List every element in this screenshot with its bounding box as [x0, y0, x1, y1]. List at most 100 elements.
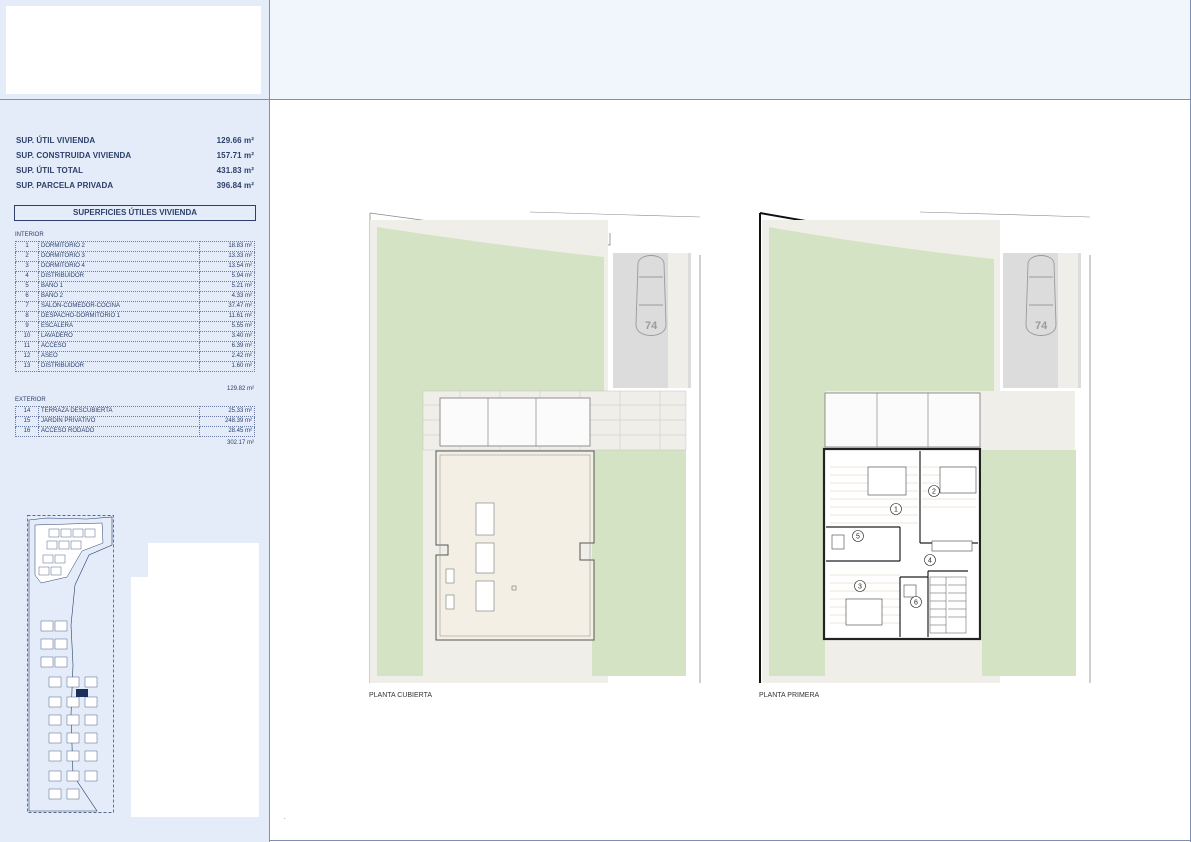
room-name: LAVADERO	[38, 331, 200, 342]
room-area: 13.54 m²	[199, 261, 255, 272]
room-number: 4	[15, 271, 39, 282]
room-area: 18.83 m²	[199, 241, 255, 252]
interior-label: INTERIOR	[15, 232, 44, 238]
room-name: DISTRIBUIDOR	[38, 361, 200, 372]
summary-row: SUP. PARCELA PRIVADA 396.84 m²	[16, 181, 256, 193]
room-row: 9 ESCALERA 5.55 m²	[15, 321, 255, 332]
room-name: BAÑO 1	[38, 281, 200, 292]
room-row: 16 ACCESO RODADO 28.45 m²	[15, 426, 255, 437]
room-area: 248.39 m²	[199, 416, 255, 427]
room-number: 7	[15, 301, 39, 312]
room-area: 1.60 m²	[199, 361, 255, 372]
room-name: DORMITORIO 4	[38, 261, 200, 272]
room-row: 1 DORMITORIO 2 18.83 m²	[15, 241, 255, 252]
summary-label: SUP. CONSTRUIDA VIVIENDA	[16, 151, 132, 160]
room-number: 8	[15, 311, 39, 322]
summary-value: 129.66 m²	[216, 136, 254, 145]
room-row: 5 BAÑO 1 5.21 m²	[15, 281, 255, 292]
plan-label-roof: PLANTA CUBIERTA	[369, 692, 433, 699]
summary-row: SUP. ÚTIL VIVIENDA 129.66 m²	[16, 136, 256, 148]
room-area: 6.39 m²	[199, 341, 255, 352]
room-name: DORMITORIO 3	[38, 251, 200, 262]
room-name: ESCALERA	[38, 321, 200, 332]
exterior-total: 302.17 m²	[226, 440, 254, 446]
room-row: 8 DESPACHO-DORMITORIO 1 11.61 m²	[15, 311, 255, 322]
room-marker-3: 3	[858, 584, 862, 591]
room-name: DESPACHO-DORMITORIO 1	[38, 311, 200, 322]
room-number: 6	[15, 291, 39, 302]
room-name: BAÑO 2	[38, 291, 200, 302]
divider-line	[0, 99, 1191, 100]
room-row: 7 SALÓN-COMEDOR-COCINA 37.47 m²	[15, 301, 255, 312]
room-area: 5.94 m²	[199, 271, 255, 282]
room-area: 5.21 m²	[199, 281, 255, 292]
room-area: 25.33 m²	[199, 406, 255, 417]
room-row: 12 ASEO 2.42 m²	[15, 351, 255, 362]
parking-number: 74	[645, 320, 658, 332]
room-number: 3	[15, 261, 39, 272]
room-name: ACCESO	[38, 341, 200, 352]
room-marker-6: 6	[914, 600, 918, 607]
summary-row: SUP. ÚTIL TOTAL 431.83 m²	[16, 166, 256, 178]
room-area: 2.42 m²	[199, 351, 255, 362]
frame-border	[270, 840, 1191, 841]
room-number: 9	[15, 321, 39, 332]
keymap-blank	[148, 543, 259, 817]
logo-area	[6, 6, 261, 94]
summary-value: 157.71 m²	[216, 151, 254, 160]
room-name: JARDÍN PRIVATIVO	[38, 416, 200, 427]
room-number: 15	[15, 416, 39, 427]
roof-plan: 74	[369, 211, 701, 683]
room-number: 13	[15, 361, 39, 372]
summary-label: SUP. PARCELA PRIVADA	[16, 181, 114, 190]
room-row: 3 DORMITORIO 4 13.54 m²	[15, 261, 255, 272]
room-row: 14 TERRAZA DESCUBIERTA 25.33 m²	[15, 406, 255, 417]
room-row: 11 ACCESO 6.39 m²	[15, 341, 255, 352]
room-number: 10	[15, 331, 39, 342]
room-number: 14	[15, 406, 39, 417]
room-area: 11.61 m²	[199, 311, 255, 322]
room-marker-2: 2	[932, 489, 936, 496]
summary-row: SUP. CONSTRUIDA VIVIENDA 157.71 m²	[16, 151, 256, 163]
room-row: 10 LAVADERO 3.40 m²	[15, 331, 255, 342]
room-row: 2 DORMITORIO 3 13.33 m²	[15, 251, 255, 262]
surfaces-title: SUPERFICIES ÚTILES VIVIENDA	[14, 205, 256, 221]
room-name: TERRAZA DESCUBIERTA	[38, 406, 200, 417]
room-row: 4 DISTRIBUIDOR 5.94 m²	[15, 271, 255, 282]
room-row: 6 BAÑO 2 4.33 m²	[15, 291, 255, 302]
room-name: ASEO	[38, 351, 200, 362]
room-number: 1	[15, 241, 39, 252]
room-name: DISTRIBUIDOR	[38, 271, 200, 282]
exterior-table: 14 TERRAZA DESCUBIERTA 25.33 m² 15 JARDÍN PR…	[15, 406, 255, 437]
interior-total: 129.82 m²	[226, 386, 254, 392]
room-area: 28.45 m²	[199, 426, 255, 437]
room-area: 3.40 m²	[199, 331, 255, 342]
exterior-label: EXTERIOR	[15, 397, 46, 403]
room-name: SALÓN-COMEDOR-COCINA	[38, 301, 200, 312]
interior-table: 1 DORMITORIO 2 18.83 m² 2 DORMITORIO 3 13.33 …	[15, 241, 255, 372]
sidebar-panel: SUP. ÚTIL VIVIENDA 129.66 m² SUP. CONSTR…	[0, 0, 270, 842]
room-row: 15 JARDÍN PRIVATIVO 248.39 m²	[15, 416, 255, 427]
room-number: 11	[15, 341, 39, 352]
header-area	[270, 0, 1191, 99]
room-number: 16	[15, 426, 39, 437]
room-number: 5	[15, 281, 39, 292]
room-name: ACCESO RODADO	[38, 426, 200, 437]
room-name: DORMITORIO 2	[38, 241, 200, 252]
summary-label: SUP. ÚTIL TOTAL	[16, 166, 84, 175]
plan-label-first-floor: PLANTA PRIMERA	[759, 692, 820, 699]
room-area: 4.33 m²	[199, 291, 255, 302]
room-marker-5: 5	[856, 534, 860, 541]
room-row: 13 DISTRIBUIDOR 1.60 m²	[15, 361, 255, 372]
first-floor-plan: 74 1 2 3 4 5 6	[759, 211, 1091, 683]
highlighted-unit	[76, 689, 88, 697]
room-area: 37.47 m²	[199, 301, 255, 312]
summary-label: SUP. ÚTIL VIVIENDA	[16, 136, 96, 145]
room-area: 13.33 m²	[199, 251, 255, 262]
footer-mark: .	[284, 815, 286, 821]
parking-number: 74	[1035, 320, 1048, 332]
room-marker-4: 4	[928, 558, 932, 565]
site-keymap	[27, 515, 114, 813]
room-area: 5.55 m²	[199, 321, 255, 332]
room-marker-1: 1	[894, 507, 898, 514]
